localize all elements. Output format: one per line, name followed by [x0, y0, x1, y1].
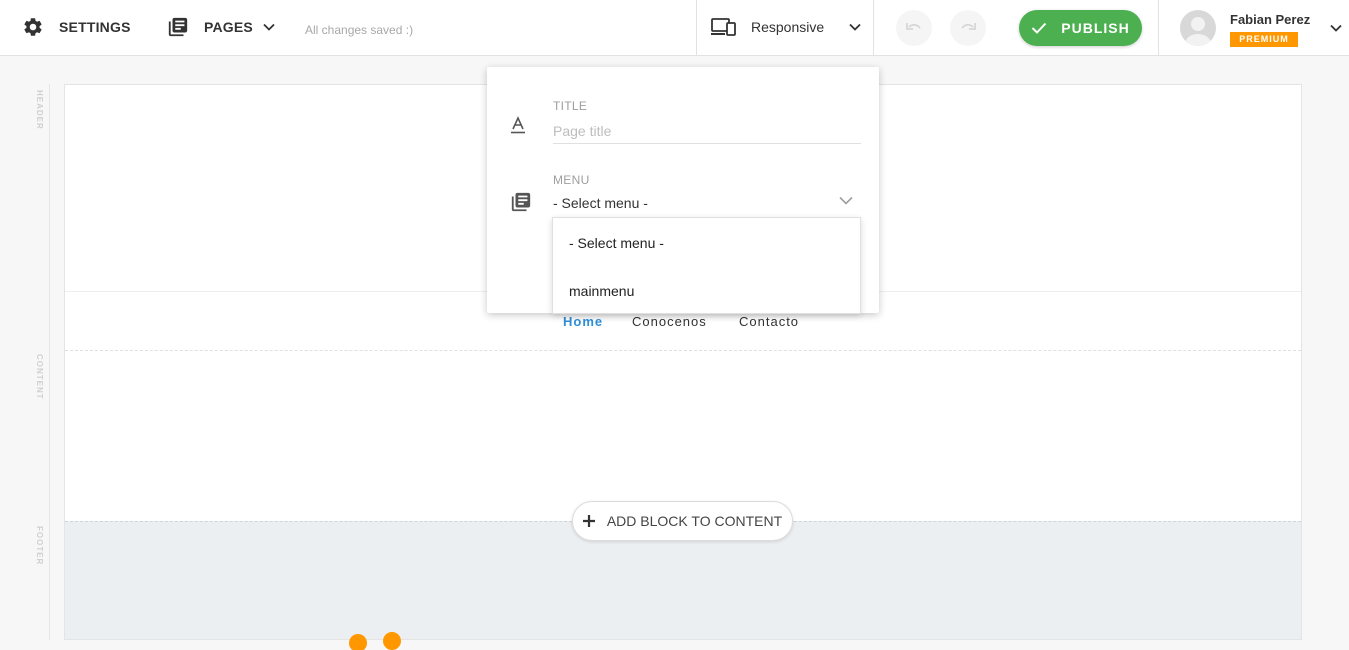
menu-dropdown-list: - Select menu - mainmenu: [552, 217, 861, 314]
nav-link-home[interactable]: Home: [563, 314, 603, 329]
pages-label: PAGES: [204, 19, 253, 35]
user-avatar-icon: [1185, 17, 1211, 46]
devices-icon: [711, 18, 736, 36]
menu-list-icon: [511, 192, 531, 212]
responsive-label: Responsive: [751, 19, 825, 35]
undo-button[interactable]: [896, 10, 932, 46]
gear-icon: [24, 18, 42, 36]
publish-button[interactable]: PUBLISH: [1019, 10, 1142, 46]
avatar[interactable]: [1180, 10, 1216, 46]
section-label-header: HEADER: [35, 90, 44, 130]
toolbar-divider: [873, 0, 874, 56]
chevron-down-icon[interactable]: [1330, 24, 1342, 32]
settings-label: SETTINGS: [59, 19, 131, 35]
menu-select-value: - Select menu -: [553, 195, 648, 211]
chevron-down-icon: [839, 196, 853, 205]
menu-select[interactable]: - Select menu -: [553, 192, 861, 218]
text-format-icon: [511, 116, 525, 134]
footer-decoration: [349, 634, 367, 650]
menu-option[interactable]: - Select menu -: [569, 235, 664, 251]
toolbar-divider: [1158, 0, 1159, 56]
pages-dropdown[interactable]: PAGES: [167, 16, 275, 38]
redo-button[interactable]: [950, 10, 986, 46]
chevron-down-icon: [849, 23, 861, 31]
pages-icon: [168, 17, 188, 37]
add-block-label: ADD BLOCK TO CONTENT: [606, 513, 783, 529]
top-toolbar: SETTINGS PAGES All changes saved :) Resp…: [0, 0, 1349, 56]
settings-button[interactable]: SETTINGS: [22, 16, 131, 38]
page-title-input[interactable]: [553, 119, 861, 144]
plus-icon: [582, 515, 595, 527]
redo-icon: [961, 23, 976, 30]
content-divider: [65, 350, 1301, 351]
nav-link-conocenos[interactable]: Conocenos: [632, 314, 707, 329]
menu-field-label: MENU: [553, 173, 590, 187]
toolbar-divider: [696, 0, 697, 56]
chevron-down-icon: [263, 23, 275, 31]
save-status: All changes saved :): [305, 23, 414, 37]
section-label-content: CONTENT: [35, 354, 44, 400]
nav-link-contacto[interactable]: Contacto: [739, 314, 799, 329]
menu-option[interactable]: mainmenu: [569, 283, 634, 299]
section-rail: [49, 84, 50, 640]
publish-label: PUBLISH: [1061, 20, 1130, 36]
undo-icon: [906, 23, 921, 30]
premium-badge: PREMIUM: [1230, 32, 1298, 47]
section-label-footer: FOOTER: [35, 526, 44, 566]
footer-decoration: [383, 632, 401, 650]
add-block-button[interactable]: ADD BLOCK TO CONTENT: [572, 501, 793, 541]
check-icon: [1032, 22, 1047, 34]
title-field-label: TITLE: [553, 99, 588, 113]
user-name: Fabian Perez: [1230, 12, 1311, 27]
responsive-dropdown[interactable]: Responsive: [711, 17, 861, 37]
